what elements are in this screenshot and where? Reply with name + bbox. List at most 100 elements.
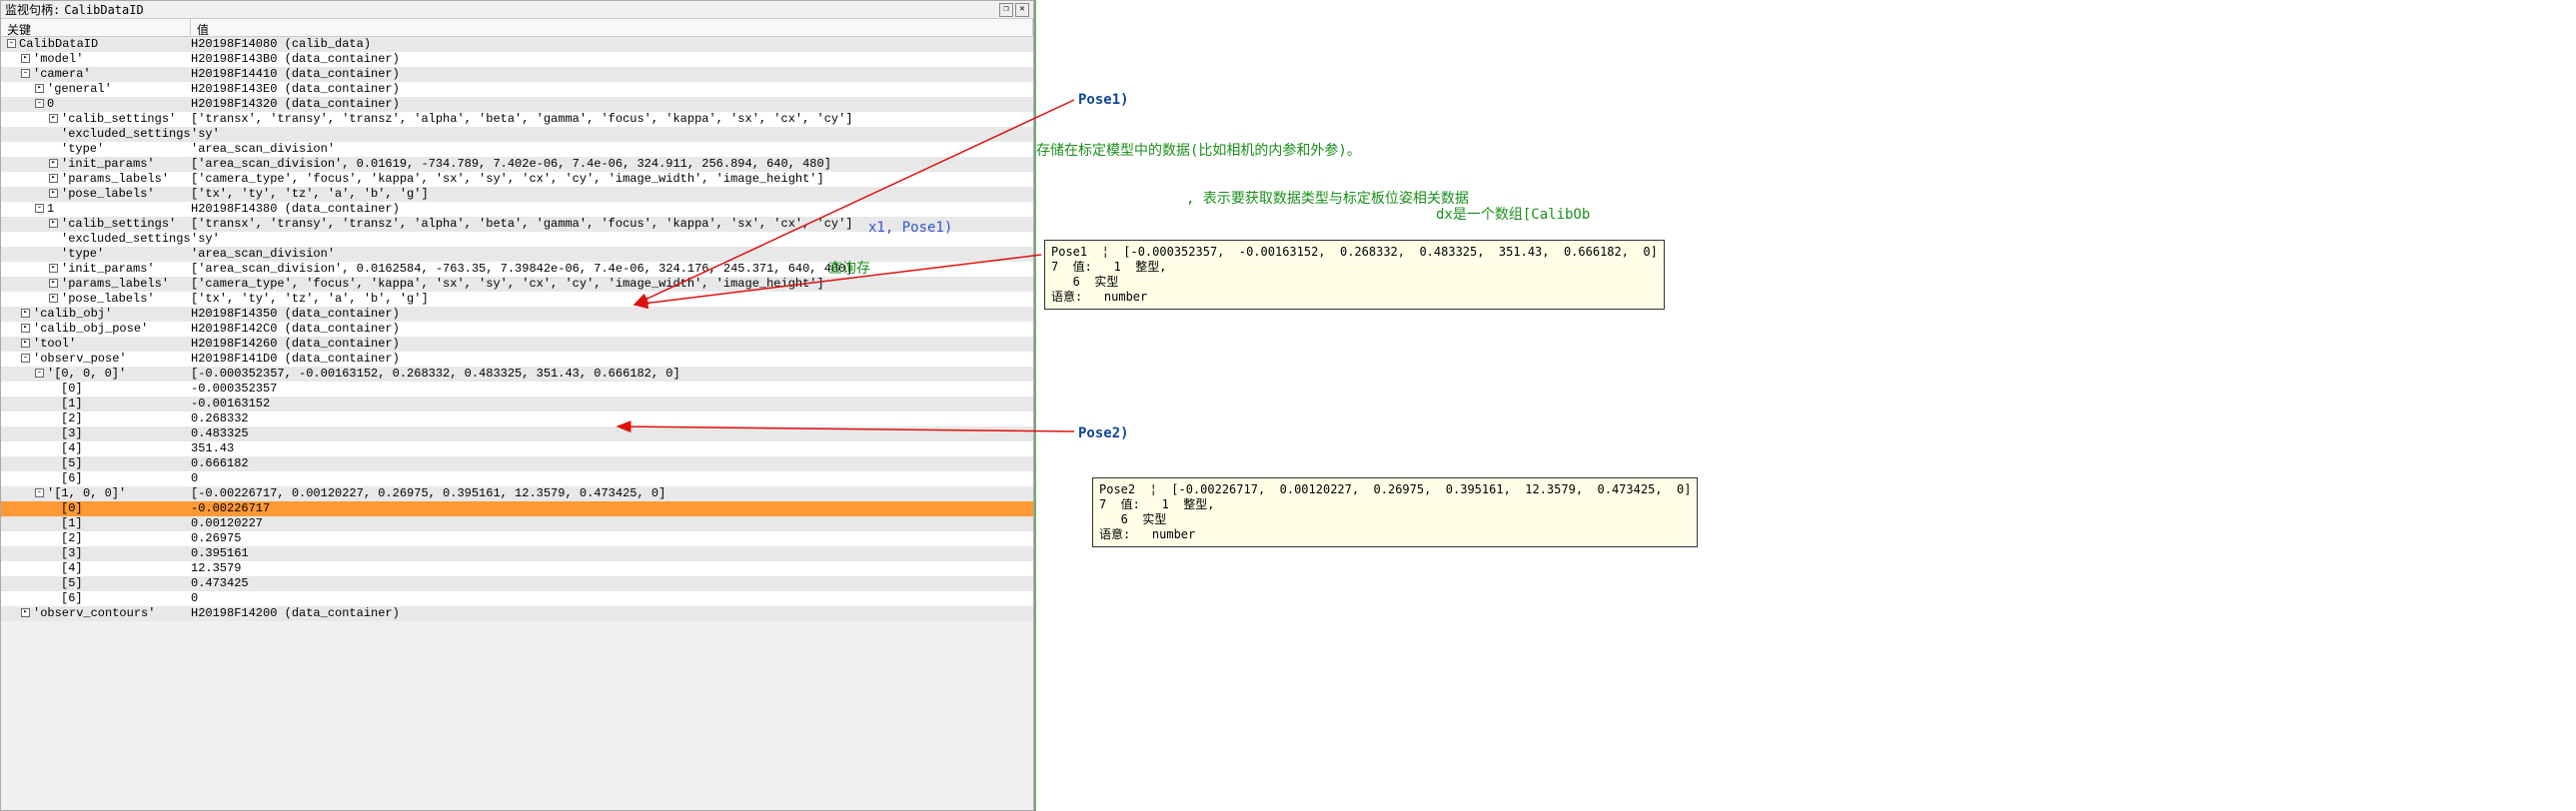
restore-icon[interactable]: ❐	[999, 3, 1013, 17]
tree-row[interactable]: ▸'params_labels'['camera_type', 'focus',…	[1, 277, 1033, 292]
tree-value: H20198F143E0 (data_container)	[191, 82, 1033, 97]
tree-row[interactable]: [5]0.473425	[1, 576, 1033, 591]
tree-row[interactable]: [5]0.666182	[1, 456, 1033, 471]
tree-row[interactable]: ▸'params_labels'['camera_type', 'focus',…	[1, 172, 1033, 187]
tree-row[interactable]: ▸'pose_labels'['tx', 'ty', 'tz', 'a', 'b…	[1, 292, 1033, 307]
tree-key: -'camera'	[1, 67, 191, 82]
tooltip-pose1: Pose1 ¦ [-0.000352357, -0.00163152, 0.26…	[1044, 240, 1665, 310]
tree-key: [0]	[1, 501, 191, 516]
header-value[interactable]: 值	[191, 19, 1033, 36]
tree-row[interactable]: [0]-0.000352357	[1, 382, 1033, 397]
expand-icon[interactable]: ▸	[35, 84, 44, 93]
expand-icon[interactable]: ▸	[49, 159, 58, 168]
tree-key-text: [3]	[61, 546, 83, 560]
tree-row[interactable]: -CalibDataIDH20198F14080 (calib_data)	[1, 37, 1033, 52]
tree-key: ▸'init_params'	[1, 157, 191, 172]
tree-key: -1	[1, 202, 191, 217]
tree-value: H20198F14380 (data_container)	[191, 202, 1033, 217]
tree-value: H20198F142C0 (data_container)	[191, 322, 1033, 337]
tree-row[interactable]: ▸'init_params'['area_scan_division', 0.0…	[1, 262, 1033, 277]
tree-row[interactable]: ▸'model'H20198F143B0 (data_container)	[1, 52, 1033, 67]
tree-row[interactable]: ▸'calib_obj_pose' H20198F142C0 (data_cont…	[1, 322, 1033, 337]
tree-row[interactable]: ▸'pose_labels'['tx', 'ty', 'tz', 'a', 'b…	[1, 187, 1033, 202]
expand-icon[interactable]: ▸	[49, 114, 58, 123]
tree-row[interactable]: ▸'calib_settings'['transx', 'transy', 't…	[1, 112, 1033, 127]
expand-icon[interactable]: ▸	[21, 309, 30, 318]
tree-value: -0.00226717	[191, 501, 1033, 516]
tree-row[interactable]: -'[1, 0, 0]'[-0.00226717, 0.00120227, 0.…	[1, 486, 1033, 501]
tree-row[interactable]: ▸'observ_contours'H20198F14200 (data_con…	[1, 606, 1033, 621]
tree-value: H20198F141D0 (data_container)	[191, 352, 1033, 367]
expand-icon[interactable]: ▸	[21, 339, 30, 348]
tree-row[interactable]: [2]0.26975	[1, 531, 1033, 546]
tree-row[interactable]: 'type''area_scan_division'	[1, 142, 1033, 157]
expand-icon[interactable]: ▸	[21, 324, 30, 333]
tree-value: ['tx', 'ty', 'tz', 'a', 'b', 'g']	[191, 292, 1033, 307]
tree-value: 0	[191, 591, 1033, 606]
tree-value: 0	[191, 471, 1033, 486]
tree-row[interactable]: [3]0.483325	[1, 426, 1033, 441]
collapse-icon[interactable]: -	[35, 99, 44, 108]
annotation-panel: Pose1) 存储在标定模型中的数据(比如相机的内参和外参)。 , 表示要获取数…	[1034, 0, 2576, 811]
tree-key-text: 'calib_obj_pose'	[33, 322, 148, 336]
tree-value: H20198F14260 (data_container)	[191, 337, 1033, 352]
collapse-icon[interactable]: -	[21, 354, 30, 363]
tree-value: 0.473425	[191, 576, 1033, 591]
tree-row[interactable]: [6]0	[1, 591, 1033, 606]
tree-row[interactable]: ▸'tool'H20198F14260 (data_container)	[1, 337, 1033, 352]
tree-value: H20198F14080 (calib_data)	[191, 37, 1033, 52]
expand-icon[interactable]: ▸	[49, 219, 58, 228]
expand-icon[interactable]: ▸	[49, 189, 58, 198]
expand-icon[interactable]: ▸	[49, 174, 58, 183]
tree-key-text: 0	[47, 97, 54, 111]
tree-key-text: 'params_labels'	[61, 172, 169, 186]
tree-row[interactable]: [4]351.43	[1, 441, 1033, 456]
tree-row[interactable]: 'excluded_settings''sy'	[1, 127, 1033, 142]
tree-view[interactable]: -CalibDataIDH20198F14080 (calib_data)▸'m…	[1, 37, 1033, 810]
expand-icon[interactable]: ▸	[49, 264, 58, 273]
tree-key-text: 'excluded_settings'	[61, 232, 191, 246]
tree-row[interactable]: -0H20198F14320 (data_container)	[1, 97, 1033, 112]
tip1-l3: 6 实型	[1051, 275, 1118, 289]
tree-row[interactable]: -'camera'H20198F14410 (data_container)	[1, 67, 1033, 82]
header-key[interactable]: 关键	[1, 19, 191, 36]
collapse-icon[interactable]: -	[7, 39, 16, 48]
tree-value: 0.00120227	[191, 516, 1033, 531]
tree-row[interactable]: ▸'general'H20198F143E0 (data_container)	[1, 82, 1033, 97]
collapse-icon[interactable]: -	[21, 69, 30, 78]
close-icon[interactable]: ✕	[1015, 3, 1029, 17]
tree-row[interactable]: [1]-0.00163152	[1, 397, 1033, 411]
tree-row[interactable]: [2]0.268332	[1, 411, 1033, 426]
expand-icon[interactable]: ▸	[21, 608, 30, 617]
tree-row[interactable]: [0]-0.00226717	[1, 501, 1033, 516]
title-label: 监视句柄:	[5, 1, 60, 18]
tree-row[interactable]: [4]12.3579	[1, 561, 1033, 576]
tip2-l3: 6 实型	[1099, 512, 1166, 526]
tree-row[interactable]: -'[0, 0, 0]'[-0.000352357, -0.00163152, …	[1, 367, 1033, 382]
tree-value: 0.26975	[191, 531, 1033, 546]
tree-key-text: 'pose_labels'	[61, 187, 155, 201]
tree-row[interactable]: [1]0.00120227	[1, 516, 1033, 531]
collapse-icon[interactable]: -	[35, 488, 44, 497]
green-note-2b: dx是一个数组[CalibOb	[1436, 204, 1590, 224]
tree-key-text: 1	[47, 202, 54, 216]
tree-value: H20198F14410 (data_container)	[191, 67, 1033, 82]
tree-row[interactable]: ▸'calib_obj'H20198F14350 (data_container…	[1, 307, 1033, 322]
tree-row[interactable]: 'type''area_scan_division'	[1, 247, 1033, 262]
tree-key-text: [3]	[61, 426, 83, 440]
tree-key: [5]	[1, 456, 191, 471]
tree-row[interactable]: -'observ_pose'H20198F141D0 (data_contain…	[1, 352, 1033, 367]
expand-icon[interactable]: ▸	[49, 294, 58, 303]
tree-value: [-0.000352357, -0.00163152, 0.268332, 0.…	[191, 367, 1033, 382]
tree-key: ▸'params_labels'	[1, 277, 191, 292]
tree-row[interactable]: [3]0.395161	[1, 546, 1033, 561]
tree-row[interactable]: [6]0	[1, 471, 1033, 486]
tree-key: 'excluded_settings'	[1, 127, 191, 142]
expand-icon[interactable]: ▸	[21, 54, 30, 63]
expand-icon[interactable]: ▸	[49, 279, 58, 288]
tree-key: 'type'	[1, 247, 191, 262]
tree-row[interactable]: ▸'init_params'['area_scan_division', 0.0…	[1, 157, 1033, 172]
collapse-icon[interactable]: -	[35, 369, 44, 378]
collapse-icon[interactable]: -	[35, 204, 44, 213]
tree-row[interactable]: -1H20198F14380 (data_container)	[1, 202, 1033, 217]
